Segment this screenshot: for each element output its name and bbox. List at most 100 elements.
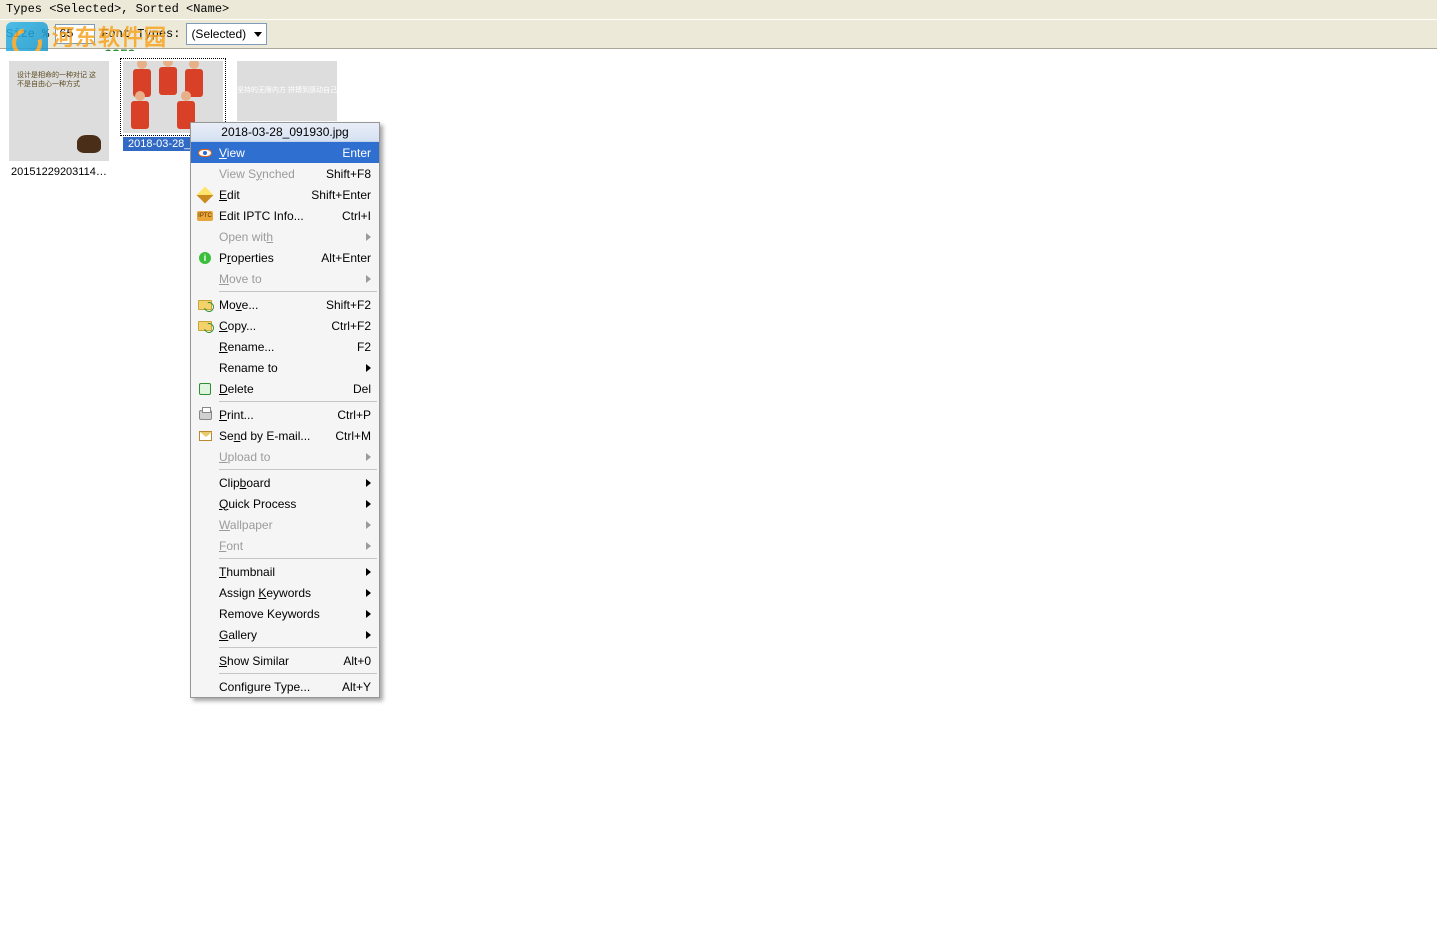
menu-item-label: Rename... (219, 340, 357, 354)
menu-item-shortcut: F2 (357, 340, 371, 354)
menu-item: Wallpaper (191, 514, 379, 535)
chevron-right-icon (366, 453, 371, 461)
menu-item[interactable]: Move...Shift+F2 (191, 294, 379, 315)
font-types-label: Font Types: (101, 27, 180, 41)
menu-item[interactable]: Rename to (191, 357, 379, 378)
chevron-right-icon (366, 589, 371, 597)
blank-icon (195, 538, 215, 554)
blank-icon (195, 360, 215, 376)
menu-item[interactable]: Show SimilarAlt+0 (191, 650, 379, 671)
menu-item[interactable]: Thumbnail (191, 561, 379, 582)
menu-item-label: Quick Process (219, 497, 360, 511)
mail-icon (195, 428, 215, 444)
size-label: Size % (6, 27, 49, 41)
menu-item-label: Open with (219, 230, 360, 244)
menu-item[interactable]: Gallery (191, 624, 379, 645)
thumbnail-caption: 20151229203114_zx... (9, 165, 109, 179)
menu-item-shortcut: Shift+Enter (311, 188, 371, 202)
menu-item-label: View Synched (219, 167, 326, 181)
size-input[interactable] (55, 24, 95, 44)
menu-item: Upload to (191, 446, 379, 467)
blank-icon (195, 585, 215, 601)
menu-item: Font (191, 535, 379, 556)
menu-item-shortcut: Ctrl+I (342, 209, 371, 223)
menu-item[interactable]: Configure Type...Alt+Y (191, 676, 379, 697)
menu-item[interactable]: Quick Process (191, 493, 379, 514)
chevron-right-icon (366, 500, 371, 508)
types-dropdown[interactable]: (Selected) (186, 23, 267, 45)
menu-item-label: Print... (219, 408, 337, 422)
blank-icon (195, 166, 215, 182)
menu-item-shortcut: Shift+F2 (326, 298, 371, 312)
menu-item[interactable]: iPropertiesAlt+Enter (191, 247, 379, 268)
menu-item[interactable]: Copy...Ctrl+F2 (191, 315, 379, 336)
menu-item[interactable]: DeleteDel (191, 378, 379, 399)
menu-item[interactable]: Send by E-mail...Ctrl+M (191, 425, 379, 446)
context-menu-title: 2018-03-28_091930.jpg (191, 123, 379, 142)
menu-item[interactable]: ViewEnter (191, 142, 379, 163)
menu-item-label: Show Similar (219, 654, 343, 668)
chevron-right-icon (366, 568, 371, 576)
menu-item[interactable]: Print...Ctrl+P (191, 404, 379, 425)
eye-icon (195, 145, 215, 161)
menu-item[interactable]: Remove Keywords (191, 603, 379, 624)
menu-separator (219, 469, 377, 470)
menu-item: View SynchedShift+F8 (191, 163, 379, 184)
menu-item-label: Rename to (219, 361, 360, 375)
menu-item[interactable]: Clipboard (191, 472, 379, 493)
chevron-right-icon (366, 521, 371, 529)
menu-item-label: Gallery (219, 628, 360, 642)
menu-item[interactable]: Assign Keywords (191, 582, 379, 603)
menu-item-label: Configure Type... (219, 680, 342, 694)
blank-icon (195, 564, 215, 580)
menu-item-label: Delete (219, 382, 353, 396)
menu-separator (219, 291, 377, 292)
menu-item-label: Remove Keywords (219, 607, 360, 621)
chevron-right-icon (366, 364, 371, 372)
menu-item-label: Upload to (219, 450, 360, 464)
blank-icon (195, 449, 215, 465)
blank-icon (195, 475, 215, 491)
blank-icon (195, 679, 215, 695)
blank-icon (195, 517, 215, 533)
menu-item-label: Copy... (219, 319, 331, 333)
thumbnail-item[interactable]: 设计是相命的一种对记 这不是自由心一种方式 20151229203114_zx.… (6, 61, 112, 179)
menu-item-label: Clipboard (219, 476, 360, 490)
menu-item-label: Move... (219, 298, 326, 312)
menu-item[interactable]: Rename...F2 (191, 336, 379, 357)
foldg-icon (195, 318, 215, 334)
menu-separator (219, 647, 377, 648)
prn-icon (195, 407, 215, 423)
edit-icon (195, 187, 215, 203)
menu-item-shortcut: Ctrl+P (337, 408, 371, 422)
menu-separator (219, 558, 377, 559)
menu-item-label: Edit (219, 188, 311, 202)
blank-icon (195, 229, 215, 245)
thumbnail-item[interactable]: 坚持的无限内方 拼搏到感动自己 (234, 61, 340, 127)
iptc-icon: IPTC (195, 208, 215, 224)
menu-item-label: Edit IPTC Info... (219, 209, 342, 223)
info-icon: i (195, 250, 215, 266)
chevron-right-icon (366, 275, 371, 283)
blank-icon (195, 339, 215, 355)
blank-icon (195, 271, 215, 287)
menu-item-shortcut: Enter (342, 146, 371, 160)
menu-item-label: Wallpaper (219, 518, 360, 532)
menu-item-label: Move to (219, 272, 360, 286)
thumbnail-image: 坚持的无限内方 拼搏到感动自己 (237, 61, 337, 121)
menu-item-label: Properties (219, 251, 321, 265)
menu-separator (219, 401, 377, 402)
menu-item-label: Send by E-mail... (219, 429, 335, 443)
del-icon (195, 381, 215, 397)
types-dropdown-value: (Selected) (191, 27, 246, 41)
toolbar: Size % Font Types: (Selected) (0, 20, 1437, 49)
foldg-icon (195, 297, 215, 313)
chevron-right-icon (366, 233, 371, 241)
menu-item: Open with (191, 226, 379, 247)
menu-item[interactable]: EditShift+Enter (191, 184, 379, 205)
menu-item-label: Assign Keywords (219, 586, 360, 600)
menu-item[interactable]: IPTC Edit IPTC Info...Ctrl+I (191, 205, 379, 226)
chevron-right-icon (366, 479, 371, 487)
blank-icon (195, 606, 215, 622)
menu-item-shortcut: Ctrl+M (335, 429, 371, 443)
